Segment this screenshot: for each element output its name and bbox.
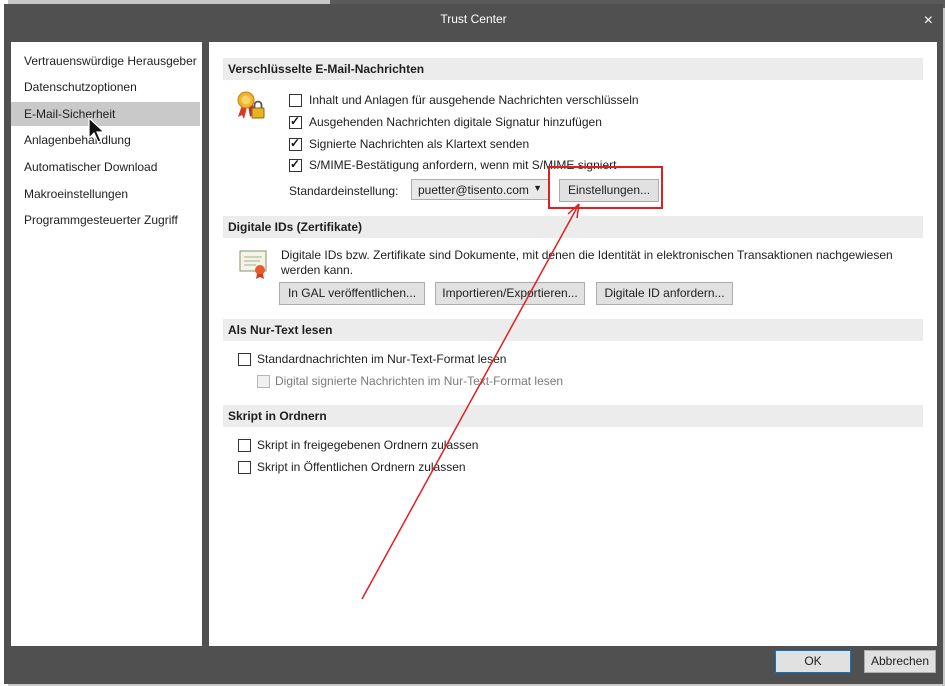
sidebar-nav: Vertrauenswürdige Herausgeber Datenschut…	[11, 42, 202, 646]
checkbox-script-public-folders[interactable]	[238, 461, 251, 474]
security-ribbon-lock-icon	[237, 91, 265, 119]
checkbox-read-plaintext[interactable]	[238, 353, 251, 366]
label-script-public-folders: Skript in Öffentlichen Ordnern zulassen	[257, 460, 466, 474]
chevron-down-icon: ▼	[533, 183, 542, 193]
checkbox-read-signed-plaintext[interactable]	[257, 375, 270, 388]
section-heading-encrypted-mail: Verschlüsselte E-Mail-Nachrichten	[223, 58, 923, 80]
section-heading-script-folders: Skript in Ordnern	[223, 405, 923, 427]
sidebar-item-privacy-options[interactable]: Datenschutzoptionen	[11, 75, 200, 99]
close-icon[interactable]: ×	[924, 12, 933, 30]
section-heading-read-plaintext: Als Nur-Text lesen	[223, 319, 923, 341]
certificate-icon	[239, 250, 267, 279]
label-read-signed-plaintext: Digital signierte Nachrichten im Nur-Tex…	[275, 374, 564, 388]
default-setting-value: puetter@tisento.com	[418, 183, 529, 197]
publish-gal-button[interactable]: In GAL veröffentlichen...	[279, 282, 425, 305]
trust-center-dialog: Trust Center × Vertrauenswürdige Herausg…	[4, 4, 943, 684]
section-heading-digital-ids: Digitale IDs (Zertifikate)	[223, 216, 923, 238]
label-add-signature: Ausgehenden Nachrichten digitale Signatu…	[309, 115, 602, 129]
sidebar-item-automatic-download[interactable]: Automatischer Download	[11, 155, 200, 179]
ok-button[interactable]: OK	[775, 650, 851, 673]
get-digital-id-button[interactable]: Digitale ID anfordern...	[596, 282, 733, 305]
window-title: Trust Center	[440, 12, 507, 26]
label-read-plaintext: Standardnachrichten im Nur-Text-Format l…	[257, 352, 507, 366]
label-script-shared-folders: Skript in freigegebenen Ordnern zulassen	[257, 438, 479, 452]
label-send-cleartext: Signierte Nachrichten als Klartext sende…	[309, 137, 530, 151]
digital-ids-description: Digitale IDs bzw. Zertifikate sind Dokum…	[281, 248, 893, 277]
settings-button[interactable]: Einstellungen...	[559, 179, 659, 202]
title-bar: Trust Center ×	[4, 4, 943, 38]
checkbox-encrypt-content[interactable]	[289, 94, 302, 107]
main-content: Verschlüsselte E-Mail-Nachrichten Inhalt…	[209, 42, 937, 646]
label-encrypt-content: Inhalt und Anlagen für ausgehende Nachri…	[309, 93, 639, 107]
checkbox-add-signature[interactable]	[289, 114, 302, 129]
cancel-button[interactable]: Abbrechen	[864, 650, 936, 673]
checkbox-script-shared-folders[interactable]	[238, 439, 251, 452]
import-export-button[interactable]: Importieren/Exportieren...	[435, 282, 585, 305]
default-setting-label: Standardeinstellung:	[289, 184, 399, 198]
sidebar-item-macro-settings[interactable]: Makroeinstellungen	[11, 182, 200, 206]
sidebar-item-programmatic-access[interactable]: Programmgesteuerter Zugriff	[11, 208, 200, 232]
default-setting-dropdown[interactable]: puetter@tisento.com ▼	[411, 179, 549, 200]
checkbox-smime-receipt[interactable]	[289, 157, 302, 172]
label-smime-receipt: S/MIME-Bestätigung anfordern, wenn mit S…	[309, 158, 617, 172]
mouse-cursor-icon	[88, 116, 106, 143]
sidebar-item-trusted-publishers[interactable]: Vertrauenswürdige Herausgeber	[11, 49, 200, 73]
checkbox-send-cleartext[interactable]	[289, 136, 302, 151]
